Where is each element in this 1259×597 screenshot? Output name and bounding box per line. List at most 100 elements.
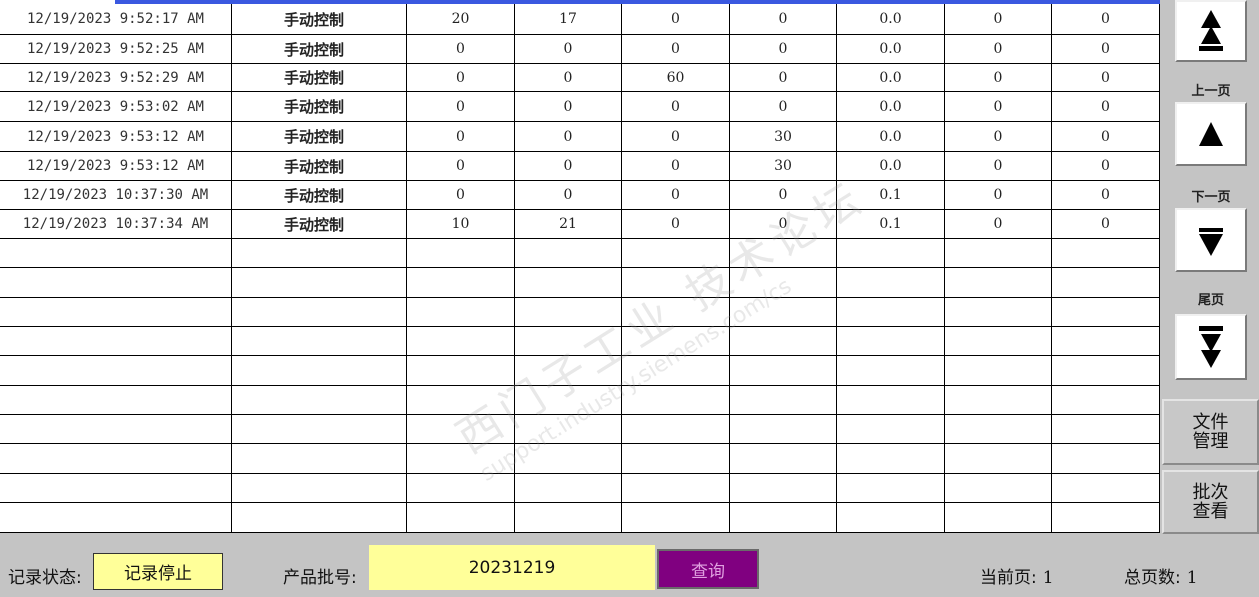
cell-c3: 0 — [622, 210, 730, 239]
cell-c5 — [837, 239, 945, 268]
cell-c2: 0 — [515, 122, 622, 152]
cell-c1 — [407, 474, 515, 503]
table-row: 12/19/2023 10:37:34 AM 手动控制 10 21 0 0 0.1 0 0 — [0, 210, 1160, 239]
cell-c4: 30 — [730, 122, 837, 152]
cell-c5: 0.0 — [837, 152, 945, 181]
cell-time: 12/19/2023 9:52:25 AM — [0, 35, 232, 64]
cell-c6: 0 — [945, 35, 1052, 64]
cell-c5 — [837, 356, 945, 386]
current-page-value: 1 — [1042, 568, 1054, 588]
cell-c6 — [945, 239, 1052, 268]
next-page-button[interactable] — [1175, 208, 1247, 272]
table-row: 12/19/2023 9:52:25 AM 手动控制 0 0 0 0 0.0 0 0 — [0, 35, 1160, 64]
cell-c6: 0 — [945, 152, 1052, 181]
cell-c6 — [945, 298, 1052, 327]
cell-c5 — [837, 298, 945, 327]
cell-c2 — [515, 239, 622, 268]
cell-time: 12/19/2023 9:53:12 AM — [0, 152, 232, 181]
file-manage-button[interactable]: 文件管理 — [1162, 399, 1259, 465]
batch-number-input[interactable]: 20231219 — [369, 545, 655, 590]
cell-mode: 手动控制 — [232, 122, 407, 152]
table-row-empty — [0, 327, 1160, 356]
cell-c6: 0 — [945, 64, 1052, 92]
total-pages-caption: 总页数: — [1124, 568, 1181, 588]
last-page-label: 尾页 — [1197, 293, 1224, 308]
cell-c3: 0 — [622, 122, 730, 152]
cell-mode — [232, 503, 407, 533]
last-page-button[interactable] — [1175, 314, 1247, 380]
batch-view-label: 批次查看 — [1192, 482, 1229, 522]
cell-c5 — [837, 268, 945, 298]
cell-c6: 0 — [945, 210, 1052, 239]
cell-c4 — [730, 386, 837, 415]
cell-c4 — [730, 356, 837, 386]
cell-time — [0, 386, 232, 415]
cell-c5 — [837, 444, 945, 474]
batch-view-button[interactable]: 批次查看 — [1162, 470, 1259, 534]
cell-c6: 0 — [945, 4, 1052, 35]
cell-mode: 手动控制 — [232, 35, 407, 64]
cell-c4 — [730, 474, 837, 503]
up-arrow-icon — [1199, 122, 1223, 146]
cell-c3 — [622, 327, 730, 356]
cell-c2: 0 — [515, 92, 622, 122]
cell-mode: 手动控制 — [232, 64, 407, 92]
cell-c1: 10 — [407, 210, 515, 239]
cell-c3 — [622, 298, 730, 327]
cell-c6 — [945, 444, 1052, 474]
cell-c1: 20 — [407, 4, 515, 35]
cell-c2 — [515, 503, 622, 533]
cell-c1 — [407, 444, 515, 474]
cell-c6: 0 — [945, 122, 1052, 152]
cell-time — [0, 503, 232, 533]
cell-c2: 17 — [515, 4, 622, 35]
cell-c1: 0 — [407, 92, 515, 122]
cell-c7 — [1052, 444, 1160, 474]
cell-c1 — [407, 356, 515, 386]
cell-time — [0, 298, 232, 327]
file-manage-label: 文件管理 — [1192, 412, 1229, 452]
current-page-label: 当前页: 1 — [980, 563, 1054, 588]
cell-c5: 0.0 — [837, 92, 945, 122]
cell-c4: 0 — [730, 210, 837, 239]
next-page-label: 下一页 — [1191, 190, 1231, 205]
cell-c4: 0 — [730, 35, 837, 64]
cell-time — [0, 239, 232, 268]
cell-c2 — [515, 298, 622, 327]
cell-c5 — [837, 503, 945, 533]
cell-c1 — [407, 503, 515, 533]
cell-c5: 0.1 — [837, 181, 945, 210]
prev-page-button[interactable] — [1175, 102, 1247, 166]
cell-c3: 60 — [622, 64, 730, 92]
data-table: 12/19/2023 9:52:17 AM 手动控制 20 17 0 0 0.0 0 0 12/1… — [0, 0, 1160, 533]
cell-c4: 0 — [730, 181, 837, 210]
cell-mode: 手动控制 — [232, 152, 407, 181]
cell-c7 — [1052, 474, 1160, 503]
cell-c7 — [1052, 268, 1160, 298]
cell-c1: 0 — [407, 122, 515, 152]
cell-c4 — [730, 268, 837, 298]
total-pages-value: 1 — [1186, 568, 1198, 588]
cell-c5 — [837, 415, 945, 444]
first-page-button[interactable] — [1175, 0, 1247, 62]
table-row: 12/19/2023 9:52:29 AM 手动控制 0 0 60 0 0.0 0 0 — [0, 64, 1160, 92]
cell-c2 — [515, 386, 622, 415]
cell-c4 — [730, 503, 837, 533]
cell-c7: 0 — [1052, 64, 1160, 92]
current-page-caption: 当前页: — [980, 568, 1037, 588]
cell-mode — [232, 327, 407, 356]
cell-c7 — [1052, 356, 1160, 386]
cell-c6 — [945, 474, 1052, 503]
cell-c7 — [1052, 298, 1160, 327]
cell-mode: 手动控制 — [232, 181, 407, 210]
cell-c2: 0 — [515, 181, 622, 210]
query-button[interactable]: 查询 — [657, 549, 759, 589]
table-row-empty — [0, 298, 1160, 327]
cell-c7: 0 — [1052, 181, 1160, 210]
cell-c2 — [515, 444, 622, 474]
cell-c7 — [1052, 415, 1160, 444]
cell-mode — [232, 386, 407, 415]
cell-time: 12/19/2023 9:53:02 AM — [0, 92, 232, 122]
cell-time — [0, 444, 232, 474]
cell-c6: 0 — [945, 181, 1052, 210]
